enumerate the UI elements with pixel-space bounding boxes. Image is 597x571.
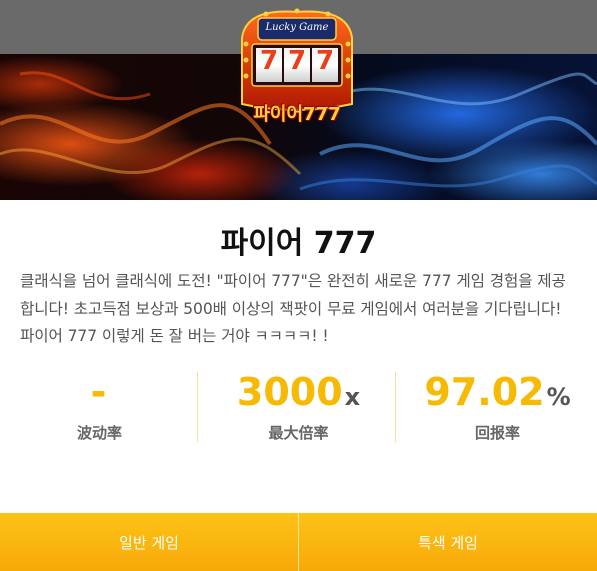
special-game-button[interactable]: 특색 게임: [299, 513, 597, 571]
logo-brand-text: 파이어777: [253, 104, 341, 125]
reel-symbol: 7: [259, 46, 279, 76]
stat-value: -: [90, 370, 107, 414]
reel-symbol: 7: [287, 46, 307, 76]
stat-label: 回报率: [474, 424, 520, 442]
stat-volatility: - 波动率: [0, 370, 199, 442]
stat-label: 最大倍率: [268, 424, 329, 442]
stat-value: 97.02: [424, 370, 545, 414]
bottom-action-bar: 일반 게임 특색 게임: [0, 513, 597, 571]
stat-divider: [197, 372, 198, 442]
stat-value: 3000: [236, 370, 343, 414]
stat-divider: [395, 372, 396, 442]
stat-unit: %: [546, 383, 571, 411]
stat-return-rate: 97.02% 回报率: [398, 370, 597, 442]
game-logo: Lucky Game 7 7 7 파이어777: [236, 8, 358, 126]
game-title: 파이어 777: [220, 226, 377, 261]
stat-label: 波动率: [76, 424, 122, 442]
reel-symbol: 7: [315, 46, 335, 76]
stats-panel: - 波动率 3000x 最大倍率 97.02% 回报率: [0, 370, 597, 442]
game-description: 클래식을 넘어 클래식에 도전! "파이어 777"은 완전히 새로운 777 …: [20, 272, 566, 345]
normal-game-button[interactable]: 일반 게임: [0, 513, 298, 571]
logo-lucky-text: Lucky Game: [265, 22, 329, 33]
stat-unit: x: [344, 383, 361, 411]
stat-max-multiplier: 3000x 最大倍率: [199, 370, 398, 442]
